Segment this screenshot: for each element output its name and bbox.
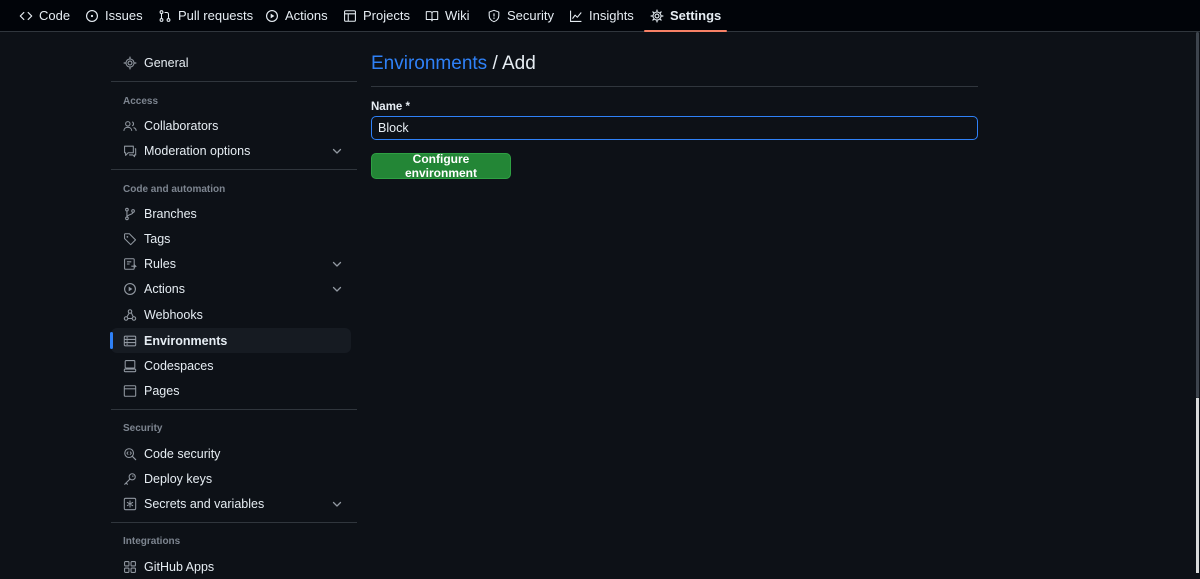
sidebar-item-label: Rules (144, 256, 176, 271)
page-title: Environments / Add (371, 53, 536, 75)
tab-insights[interactable]: Insights (569, 0, 634, 31)
sidebar-divider (111, 169, 357, 170)
webhook-icon (123, 308, 137, 322)
sidebar-item-codespaces[interactable]: Codespaces (111, 353, 351, 378)
code-icon (19, 9, 33, 23)
comment-icon (123, 144, 137, 158)
sidebar-item-github-apps[interactable]: GitHub Apps (111, 554, 351, 579)
sidebar-item-label: Branches (144, 206, 197, 221)
chevron-down-icon[interactable] (331, 498, 343, 510)
tag-icon (123, 232, 137, 246)
sidebar-item-tags[interactable]: Tags (111, 226, 351, 251)
gear-icon (123, 56, 137, 70)
sidebar-heading-access: Access (123, 96, 159, 107)
sidebar-heading-integrations: Integrations (123, 536, 181, 547)
tab-pull-requests[interactable]: Pull requests (158, 0, 253, 31)
people-icon (123, 119, 137, 133)
tab-label: Wiki (445, 8, 470, 23)
sidebar-item-branches[interactable]: Branches (111, 201, 351, 226)
book-icon (425, 9, 439, 23)
scrollbar-track-end (1196, 398, 1199, 573)
sidebar-item-pages[interactable]: Pages (111, 378, 351, 403)
sidebar-item-label: GitHub Apps (144, 559, 215, 574)
sidebar-item-actions[interactable]: Actions (111, 276, 351, 301)
tab-label: Security (507, 8, 554, 23)
browser-icon (123, 384, 137, 398)
title-divider (371, 86, 978, 87)
sidebar-item-label: Actions (144, 281, 185, 296)
sidebar-item-code-security[interactable]: Code security (111, 441, 351, 466)
play-icon (123, 282, 137, 296)
environment-name-input[interactable] (371, 116, 978, 140)
sidebar-item-label: Tags (144, 231, 171, 246)
tab-code[interactable]: Code (19, 0, 70, 31)
server-icon (123, 334, 137, 348)
page-title-text: Add (501, 53, 536, 74)
issue-icon (85, 9, 99, 23)
codescan-icon (123, 447, 137, 461)
tab-wiki[interactable]: Wiki (425, 0, 470, 31)
sidebar-item-label: Moderation options (144, 143, 251, 158)
sidebar-heading-code-automation: Code and automation (123, 184, 226, 195)
tab-security[interactable]: Security (487, 0, 554, 31)
configure-environment-button[interactable]: Configure environment (371, 152, 511, 180)
sidebar-item-label: Deploy keys (144, 471, 213, 486)
active-tab-underline (644, 30, 728, 32)
gear-icon (650, 9, 664, 23)
sidebar-item-environments[interactable]: Environments (110, 328, 351, 353)
sidebar-item-secrets-variables[interactable]: Secrets and variables (111, 491, 351, 516)
repo-nav: Code Issues Pull requests Actions Projec… (0, 0, 1200, 32)
sidebar-item-label: Collaborators (144, 118, 219, 133)
scrollbar-thumb[interactable] (1196, 32, 1199, 398)
chevron-down-icon[interactable] (331, 145, 343, 157)
chevron-down-icon[interactable] (331, 283, 343, 295)
sidebar-item-label: Codespaces (144, 358, 214, 373)
sidebar-item-general[interactable]: General (111, 50, 351, 75)
sidebar-divider (111, 81, 357, 82)
sidebar-item-deploy-keys[interactable]: Deploy keys (111, 466, 351, 491)
sidebar-item-moderation-options[interactable]: Moderation options (111, 138, 351, 163)
sidebar-item-label: General (144, 55, 189, 70)
name-field-label: Name * (371, 101, 410, 113)
table-icon (343, 9, 357, 23)
chevron-down-icon[interactable] (331, 258, 343, 270)
rules-icon (123, 257, 137, 271)
sidebar-item-webhooks[interactable]: Webhooks (111, 302, 351, 327)
tab-label: Code (39, 8, 71, 23)
sidebar-divider (111, 409, 357, 410)
sidebar-item-rules[interactable]: Rules (111, 251, 351, 276)
asterisk-icon (123, 497, 137, 511)
tab-label: Issues (105, 8, 143, 23)
apps-icon (123, 560, 137, 574)
shield-icon (487, 9, 501, 23)
tab-projects[interactable]: Projects (343, 0, 410, 31)
breadcrumb-environments-link[interactable]: Environments (371, 53, 487, 74)
tab-actions[interactable]: Actions (265, 0, 328, 31)
tab-label: Projects (363, 8, 410, 23)
tab-label: Settings (670, 8, 722, 23)
sidebar-divider (111, 522, 357, 523)
tab-label: Insights (589, 8, 634, 23)
sidebar-item-label: Code security (144, 446, 221, 461)
tab-label: Pull requests (178, 8, 254, 23)
play-icon (265, 9, 279, 23)
codespaces-icon (123, 359, 137, 373)
branch-icon (123, 207, 137, 221)
tab-issues[interactable]: Issues (85, 0, 143, 31)
graph-icon (569, 9, 583, 23)
selected-indicator (110, 332, 113, 349)
tab-settings[interactable]: Settings (644, 0, 728, 32)
sidebar-item-label: Environments (144, 333, 228, 348)
pull-request-icon (158, 9, 172, 23)
key-icon (123, 472, 137, 486)
sidebar-item-label: Webhooks (144, 307, 203, 322)
sidebar-heading-security: Security (123, 423, 163, 434)
sidebar-item-collaborators[interactable]: Collaborators (111, 113, 351, 138)
sidebar-item-label: Pages (144, 383, 180, 398)
breadcrumb-separator: / (492, 53, 498, 74)
sidebar-item-label: Secrets and variables (144, 496, 265, 511)
tab-label: Actions (285, 8, 328, 23)
